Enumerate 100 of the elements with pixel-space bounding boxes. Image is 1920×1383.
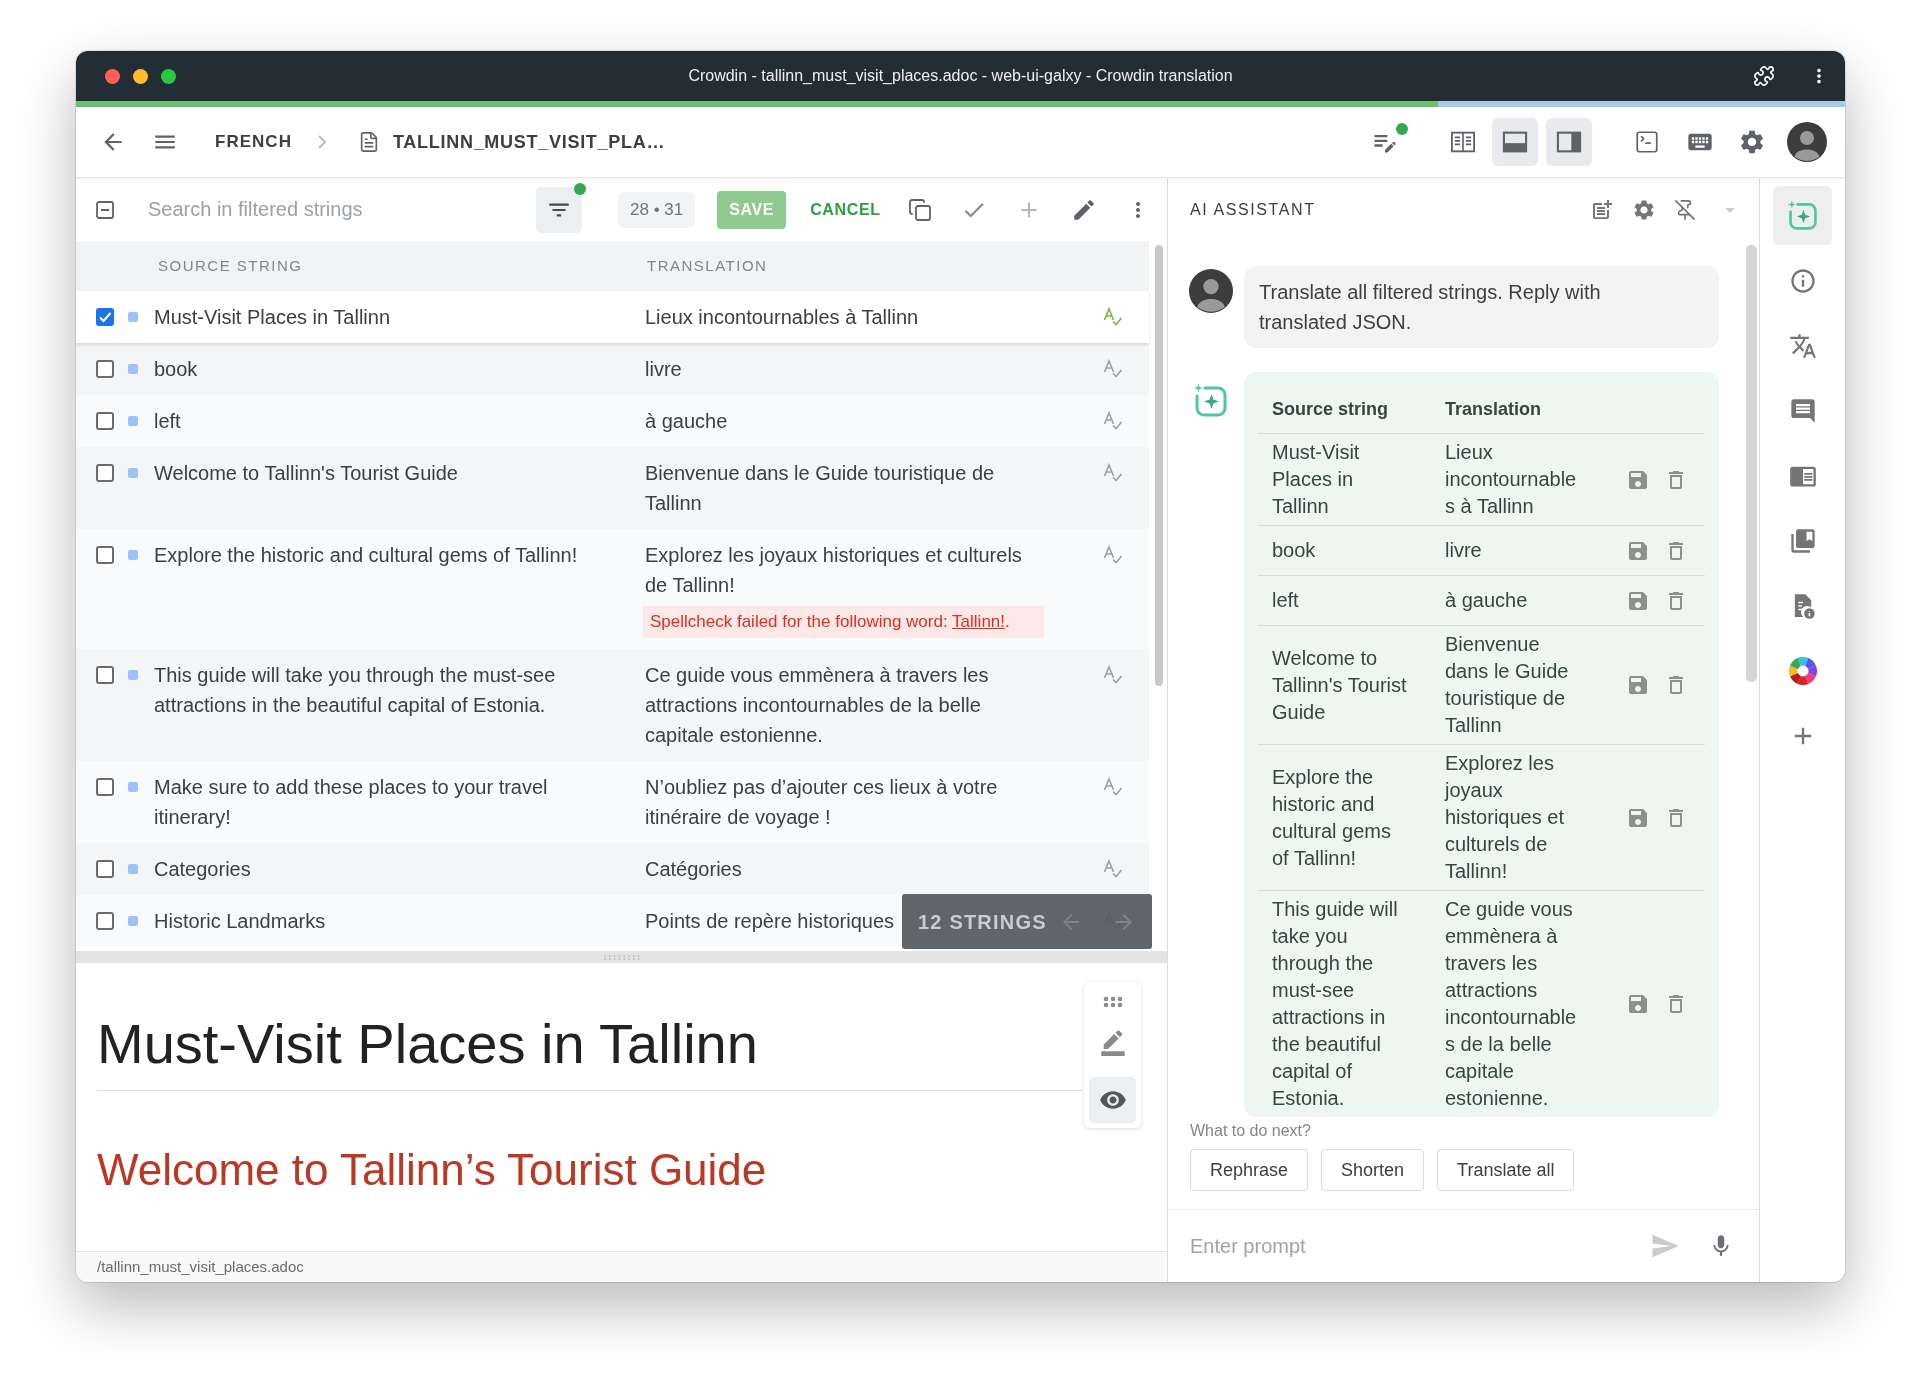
string-row[interactable]: left à gauche [76, 395, 1149, 447]
checkbox[interactable] [96, 546, 114, 564]
translation-text: Bienvenue dans le Guide touristique de Tallinn [645, 461, 996, 516]
filter-button[interactable] [536, 186, 582, 233]
string-row[interactable]: Categories Catégories [76, 843, 1149, 895]
square-marker-icon [128, 312, 138, 322]
checkbox[interactable] [96, 412, 114, 430]
preview-mode-button[interactable] [1089, 1077, 1136, 1123]
user-avatar [1189, 269, 1233, 313]
window-title: Crowdin - tallinn_must_visit_places.adoc - web-ui-galxy - Crowdin translation [688, 66, 1233, 86]
spellcheck-icon [1103, 463, 1123, 483]
string-counter: 28 • 31 [618, 191, 696, 228]
source-text: This guide will take you through the must-see attractions in the beautiful capital of Estonia. [154, 663, 557, 718]
square-marker-icon [128, 864, 138, 874]
source-text: Historic Landmarks [154, 909, 326, 934]
spellcheck-icon [1103, 411, 1123, 431]
spellcheck-icon [1103, 545, 1123, 565]
view-toggle-button[interactable] [1492, 118, 1538, 166]
spellcheck-icon [1103, 359, 1123, 379]
translation-text: Bienvenue dans le Guide touristique de Tallinn [1445, 632, 1570, 738]
breadcrumb-link[interactable]: FRENCH [215, 129, 292, 155]
view-toggle-button[interactable] [1546, 118, 1592, 166]
panel-title: AI ASSISTANT [1190, 199, 1316, 220]
note-plus-icon[interactable] [1590, 197, 1614, 222]
translation-text: Points de repère historiques [645, 909, 895, 934]
checkbox[interactable] [96, 464, 114, 482]
translation-text: à gauche [1445, 588, 1529, 613]
column-header: SOURCE STRING [158, 256, 303, 274]
checkbox[interactable] [96, 360, 114, 378]
square-marker-icon [128, 416, 138, 426]
suggestion-button[interactable]: Shorten [1321, 1149, 1425, 1191]
suggestion-button[interactable]: Rephrase [1190, 1149, 1309, 1191]
checkbox[interactable] [96, 860, 114, 878]
color-wheel-icon [1788, 656, 1817, 685]
translation-text: Catégories [645, 857, 742, 882]
string-row[interactable]: Make sure to add these places to your travel itinerary! N’oubliez pas d’ajouter ces lieux à votre itinéraire de voyage ! [76, 761, 1149, 843]
maximize-window-icon[interactable] [161, 68, 176, 84]
source-text: Explore the historic and cultural gems of Tallinn! [1272, 764, 1392, 871]
settings-icon[interactable] [1738, 128, 1766, 156]
document-heading: Must-Visit Places in Tallinn [97, 1011, 758, 1077]
string-row[interactable]: Explore the historic and cultural gems of Tallinn! Explorez les joyaux historiques et culturels de Tallinn! Spellcheck failed for the following word: Tallinn!. [76, 529, 1149, 649]
spellcheck-icon [1103, 777, 1123, 797]
minimize-window-icon[interactable] [133, 68, 148, 84]
puzzle-icon[interactable] [1753, 65, 1775, 87]
translation-text: Lieux incontournables à Tallinn [1445, 440, 1578, 519]
user-message: Translate all filtered strings. Reply with translated JSON. [1244, 266, 1719, 348]
file-name-link[interactable]: TALLINN_MUST_VISIT_PLA… [392, 128, 666, 156]
string-row[interactable]: Welcome to Tallinn's Tourist Guide Bienvenue dans le Guide touristique de Tallinn [76, 447, 1149, 529]
pin-off-icon[interactable] [1674, 198, 1696, 221]
source-text: Categories [154, 857, 251, 882]
source-text: Must-Visit Places in Tallinn [154, 305, 391, 330]
source-text: Welcome to Tallinn's Tourist Guide [1272, 645, 1408, 725]
translation-text: livre [1445, 538, 1483, 563]
column-header: Source string [1272, 399, 1389, 419]
translation-text: Ce guide vous emmènera à travers les attractions incontournables de la belle capitale estonienne. [1445, 897, 1578, 1111]
minus-square-icon[interactable] [95, 199, 115, 220]
string-row[interactable]: This guide will take you through the must-see attractions in the beautiful capital of Estonia. Ce guide vous emmènera à travers les attractions incontournables de la belle capitale estonienne. [76, 649, 1149, 761]
suggestions-label: What to do next? [1190, 1121, 1311, 1141]
suggestion-button[interactable]: Translate all [1437, 1149, 1575, 1191]
source-text: Make sure to add these places to your travel itinerary! [154, 775, 549, 830]
translate-icon [1788, 331, 1817, 360]
source-text: Must-Visit Places in Tallinn [1272, 440, 1361, 519]
copy-icon[interactable] [908, 197, 932, 222]
spellcheck-icon [1103, 859, 1123, 879]
scrollbar-thumb[interactable] [1155, 245, 1163, 686]
checkbox[interactable] [96, 666, 114, 684]
sparkle-icon [1786, 199, 1819, 232]
settings-icon[interactable] [1632, 197, 1656, 222]
source-text: book [154, 357, 198, 382]
spellcheck-icon [1103, 307, 1123, 327]
prompt-field[interactable]: Enter prompt [1190, 1226, 1636, 1266]
square-marker-icon [128, 550, 138, 560]
search-field[interactable]: Search in filtered strings [140, 189, 528, 230]
checkbox[interactable] [96, 912, 114, 930]
resize-handle[interactable] [76, 951, 1167, 963]
source-text: left [1272, 588, 1300, 613]
translation-text: livre [645, 357, 682, 382]
checkbox[interactable] [96, 308, 114, 326]
spellcheck-error: Spellcheck failed for the following word: Tallinn!. [643, 606, 1044, 638]
translation-text: N’oubliez pas d’ajouter ces lieux à votre itinéraire de voyage ! [645, 775, 999, 830]
square-marker-icon [128, 916, 138, 926]
source-text: left [154, 409, 181, 434]
square-marker-icon [128, 468, 138, 478]
translation-text: Explorez les joyaux historiques et culturels de Tallinn! [1445, 751, 1565, 884]
column-header: TRANSLATION [647, 256, 768, 274]
checkbox[interactable] [96, 778, 114, 796]
terminal-icon[interactable] [1634, 129, 1660, 155]
string-row[interactable]: book livre [76, 343, 1149, 395]
misspelled-word-link[interactable]: Tallinn! [952, 612, 1005, 631]
translation-text: Explorez les joyaux historiques et culturels de Tallinn! [645, 543, 1023, 598]
grip-icon [602, 954, 641, 960]
source-text: Welcome to Tallinn's Tourist Guide [154, 461, 458, 486]
save-icon[interactable] [1626, 673, 1650, 697]
save-icon[interactable] [1626, 992, 1650, 1016]
source-text: book [1272, 538, 1317, 563]
scrollbar-thumb[interactable] [1746, 245, 1757, 682]
spellcheck-icon [1103, 665, 1123, 685]
document-subheading: Welcome to Tallinn’s Tourist Guide [97, 1144, 767, 1196]
close-window-icon[interactable] [105, 68, 120, 84]
string-row[interactable]: Must-Visit Places in Tallinn Lieux incontournables à Tallinn [76, 291, 1149, 343]
